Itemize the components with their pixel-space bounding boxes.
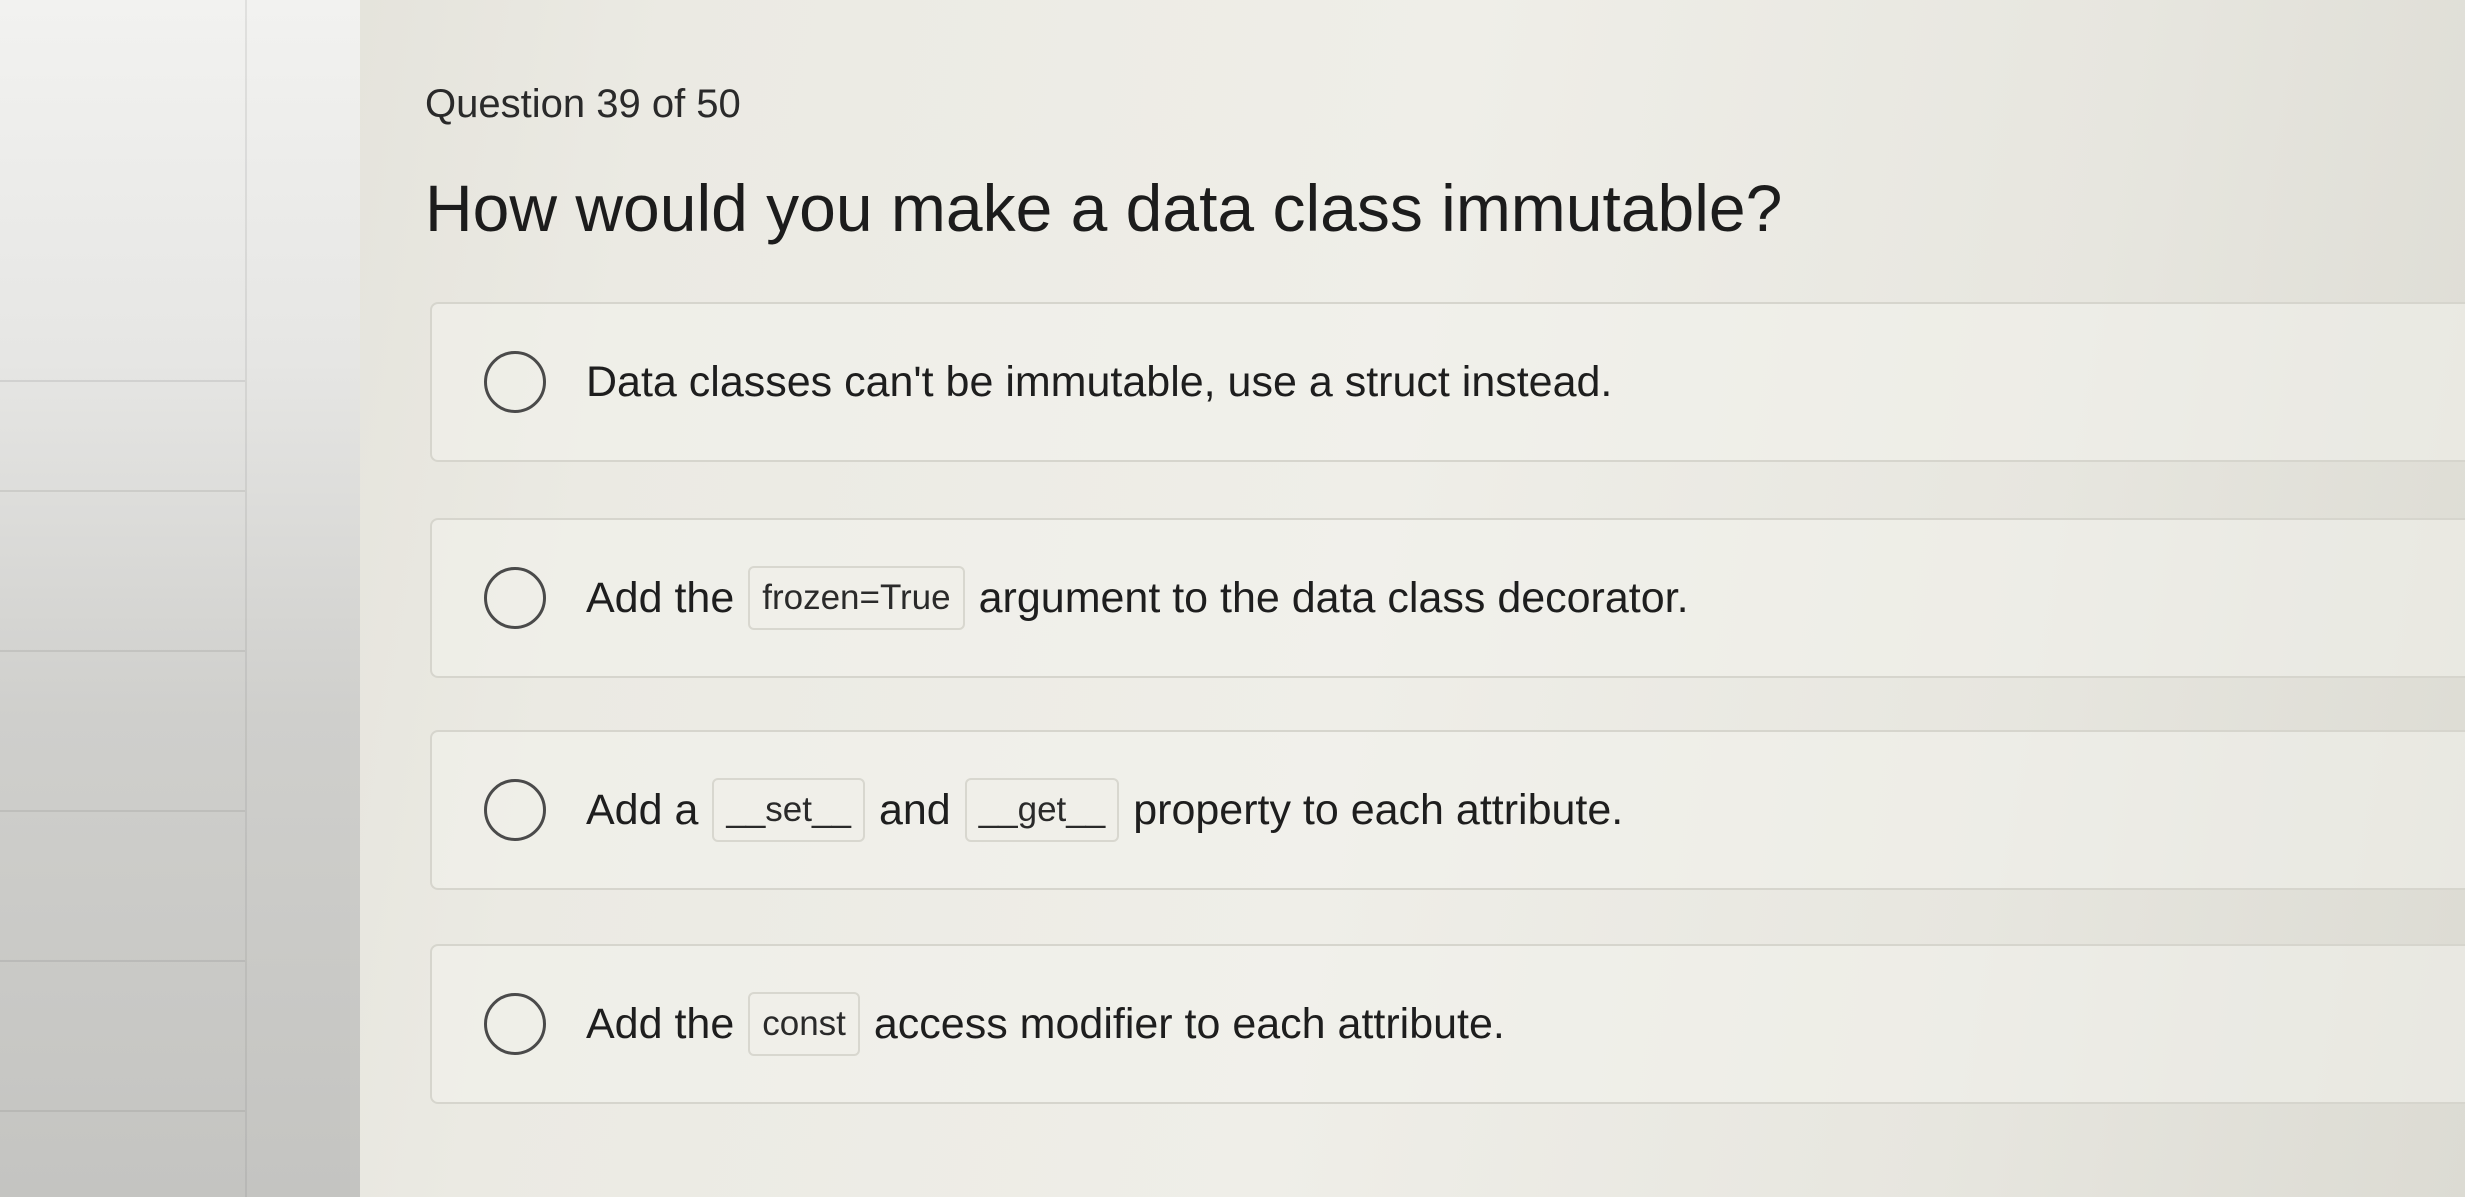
divider	[0, 650, 245, 652]
option-text: Data classes can't be immutable, use a s…	[586, 357, 1613, 406]
code-snippet: __get__	[964, 778, 1120, 842]
answer-option-3[interactable]: Add a __set__ and __get__ property to ea…	[430, 730, 2465, 890]
option-text-post: property to each attribute.	[1133, 785, 1624, 834]
answer-option-4[interactable]: Add the const access modifier to each at…	[430, 944, 2465, 1104]
quiz-page: Question 39 of 50 How would you make a d…	[0, 0, 2465, 1197]
radio-unselected-icon[interactable]	[484, 351, 546, 413]
radio-unselected-icon[interactable]	[484, 567, 546, 629]
divider	[0, 380, 245, 382]
left-background-panel	[0, 0, 360, 1197]
divider	[0, 490, 245, 492]
radio-unselected-icon[interactable]	[484, 993, 546, 1055]
option-text-pre: Add a	[586, 785, 699, 834]
answer-option-2[interactable]: Add the frozen=True argument to the data…	[430, 518, 2465, 678]
divider	[0, 1110, 245, 1112]
radio-unselected-icon[interactable]	[484, 779, 546, 841]
option-text-post: argument to the data class decorator.	[978, 573, 1689, 622]
divider	[245, 0, 247, 1197]
code-snippet: frozen=True	[748, 566, 965, 630]
divider	[0, 810, 245, 812]
option-text-pre: Add the	[586, 999, 735, 1048]
answer-option-1[interactable]: Data classes can't be immutable, use a s…	[430, 302, 2465, 462]
code-snippet: const	[748, 992, 860, 1056]
code-snippet: __set__	[712, 778, 865, 842]
question-counter: Question 39 of 50	[425, 82, 741, 126]
question-text: How would you make a data class immutabl…	[425, 171, 1783, 245]
option-text-pre: Add the	[586, 573, 735, 622]
option-text-mid: and	[878, 785, 951, 834]
divider	[0, 960, 245, 962]
option-label: Add the frozen=True argument to the data…	[586, 566, 1689, 630]
option-label: Add the const access modifier to each at…	[586, 992, 1505, 1056]
option-label: Add a __set__ and __get__ property to ea…	[586, 778, 1623, 842]
option-label: Data classes can't be immutable, use a s…	[586, 358, 1612, 407]
option-text-post: access modifier to each attribute.	[873, 999, 1505, 1048]
